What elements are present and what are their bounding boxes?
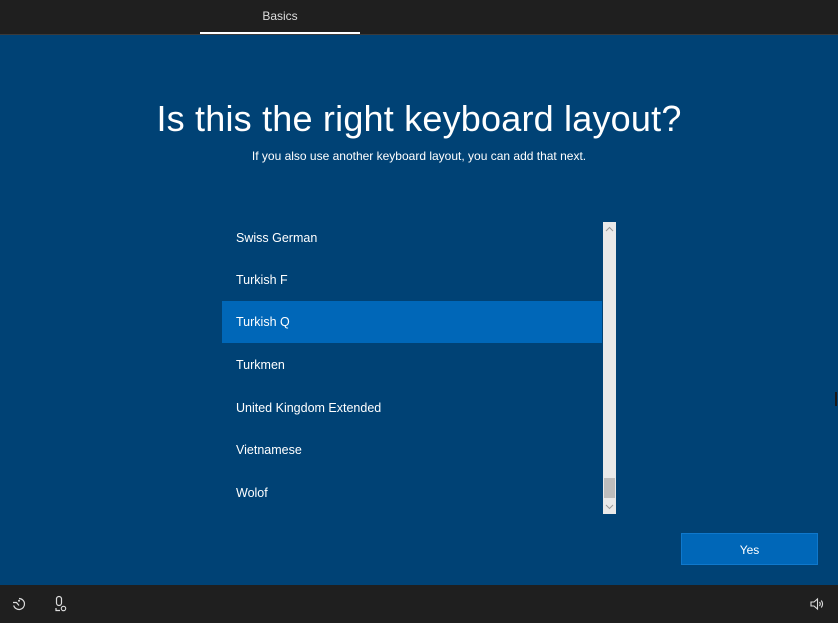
list-item-wolof[interactable]: Wolof bbox=[222, 472, 602, 514]
list-item-united-kingdom-extended[interactable]: United Kingdom Extended bbox=[222, 387, 602, 429]
tab-active-indicator bbox=[200, 32, 360, 34]
list-scrollbar[interactable] bbox=[603, 222, 616, 514]
list-item-turkmen[interactable]: Turkmen bbox=[222, 344, 602, 386]
list-item-vietnamese[interactable]: Vietnamese bbox=[222, 429, 602, 471]
scroll-down-icon[interactable] bbox=[603, 500, 616, 514]
scroll-up-icon[interactable] bbox=[603, 222, 616, 236]
microphone-icon[interactable] bbox=[51, 595, 69, 613]
list-item-swiss-german[interactable]: Swiss German bbox=[222, 222, 602, 259]
list-item-turkish-f[interactable]: Turkish F bbox=[222, 259, 602, 301]
scroll-thumb[interactable] bbox=[604, 478, 615, 498]
page-title: Is this the right keyboard layout? bbox=[156, 98, 682, 139]
tab-basics: Basics bbox=[262, 9, 298, 23]
ease-of-access-icon[interactable] bbox=[10, 595, 28, 613]
keyboard-layout-list[interactable]: Swiss German Turkish F Turkish Q Turkmen… bbox=[222, 222, 602, 514]
list-item-turkish-q[interactable]: Turkish Q bbox=[222, 301, 602, 343]
top-bar: Basics bbox=[0, 0, 838, 35]
page-subtitle: If you also use another keyboard layout,… bbox=[251, 149, 587, 163]
volume-icon[interactable] bbox=[808, 595, 826, 613]
yes-button[interactable]: Yes bbox=[681, 533, 818, 565]
edge-divider bbox=[835, 392, 837, 406]
bottom-bar bbox=[0, 585, 838, 623]
